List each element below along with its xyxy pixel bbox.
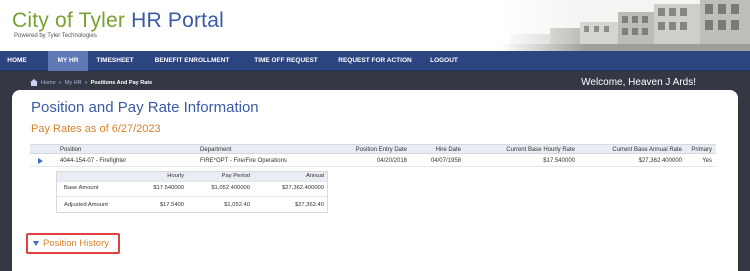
cell-base-annual: $27,362.400000 xyxy=(282,185,324,191)
breadcrumb-separator: » xyxy=(58,79,62,86)
home-icon[interactable] xyxy=(30,79,38,86)
logo-title-accent: HR Portal xyxy=(131,9,224,32)
logo-title-prefix: City of Tyler xyxy=(12,9,126,32)
nav-request-for-action[interactable]: REQUEST FOR ACTION xyxy=(330,51,420,71)
main-nav: HOME MY HR TIMESHEET BENEFIT ENROLLMENT … xyxy=(0,51,750,71)
position-history-toggle[interactable]: Position History xyxy=(26,233,120,254)
cell-adjusted-annual: $27,362.40 xyxy=(294,202,324,208)
nav-timesheet[interactable]: TIMESHEET xyxy=(88,51,142,71)
portal-logo[interactable]: City of Tyler HR Portal xyxy=(12,9,224,33)
col-annual: Annual xyxy=(305,173,324,179)
col-annual-rate: Current Base Annual Rate xyxy=(612,147,682,153)
cell-position: 4044-154-07 - Firefighter xyxy=(60,158,127,164)
row-divider xyxy=(30,166,716,167)
city-skyline-image xyxy=(500,0,750,51)
row-divider xyxy=(57,181,327,182)
col-department: Department xyxy=(200,147,232,153)
cell-hourly-rate: $17.540000 xyxy=(543,158,575,164)
col-hire-date: Hire Date xyxy=(435,147,461,153)
cell-entry-date: 04/20/2018 xyxy=(376,158,407,164)
col-hourly: Hourly xyxy=(167,173,184,179)
app-header: City of Tyler HR Portal Powered by Tyler… xyxy=(0,0,750,51)
welcome-message: Welcome, Heaven J Ards! xyxy=(581,77,696,88)
cell-base-hourly: $17.540000 xyxy=(153,185,184,191)
pay-rates-heading: Pay Rates as of 6/27/2023 xyxy=(31,123,161,135)
col-pay-period: Pay Period xyxy=(221,173,250,179)
expand-row-icon[interactable] xyxy=(38,158,43,164)
nav-my-hr[interactable]: MY HR xyxy=(48,51,88,71)
page-title: Position and Pay Rate Information xyxy=(31,99,259,116)
col-hourly-rate: Current Base Hourly Rate xyxy=(506,147,575,153)
cell-primary: Yes xyxy=(702,158,712,164)
breadcrumb-separator: » xyxy=(84,79,88,86)
cell-department: FIRE*OPT - Fire/Fire Operations xyxy=(200,158,287,164)
position-history-label: Position History xyxy=(43,238,109,249)
row-label-adjusted: Adjusted Amount xyxy=(64,202,108,208)
breadcrumb-current: Positions And Pay Rate xyxy=(90,79,153,86)
cell-adjusted-pay-period: $1,052.40 xyxy=(224,202,250,208)
breadcrumb: Home » My HR » Positions And Pay Rate xyxy=(30,79,152,86)
breadcrumb-home[interactable]: Home xyxy=(41,80,56,86)
nav-logout[interactable]: LOGOUT xyxy=(420,51,468,71)
powered-by-text: Powered by Tyler Technologies xyxy=(14,33,97,39)
cell-adjusted-hourly: $17.5400 xyxy=(159,202,184,208)
col-position: Position xyxy=(60,147,82,153)
col-primary: Primary xyxy=(691,147,712,153)
row-divider xyxy=(57,196,327,197)
pay-detail-header xyxy=(57,172,327,181)
expand-triangle-icon xyxy=(33,241,39,246)
cell-hire-date: 04/07/1958 xyxy=(430,158,461,164)
nav-time-off-request[interactable]: TIME OFF REQUEST xyxy=(242,51,330,71)
row-label-base: Base Amount xyxy=(64,185,99,191)
col-entry-date: Position Entry Date xyxy=(355,147,407,153)
nav-benefit-enrollment[interactable]: BENEFIT ENROLLMENT xyxy=(142,51,242,71)
cell-annual-rate: $27,362.400000 xyxy=(638,158,682,164)
breadcrumb-my-hr[interactable]: My HR xyxy=(65,80,82,86)
cell-base-pay-period: $1,052.400000 xyxy=(211,185,250,191)
nav-home[interactable]: HOME xyxy=(0,51,34,71)
